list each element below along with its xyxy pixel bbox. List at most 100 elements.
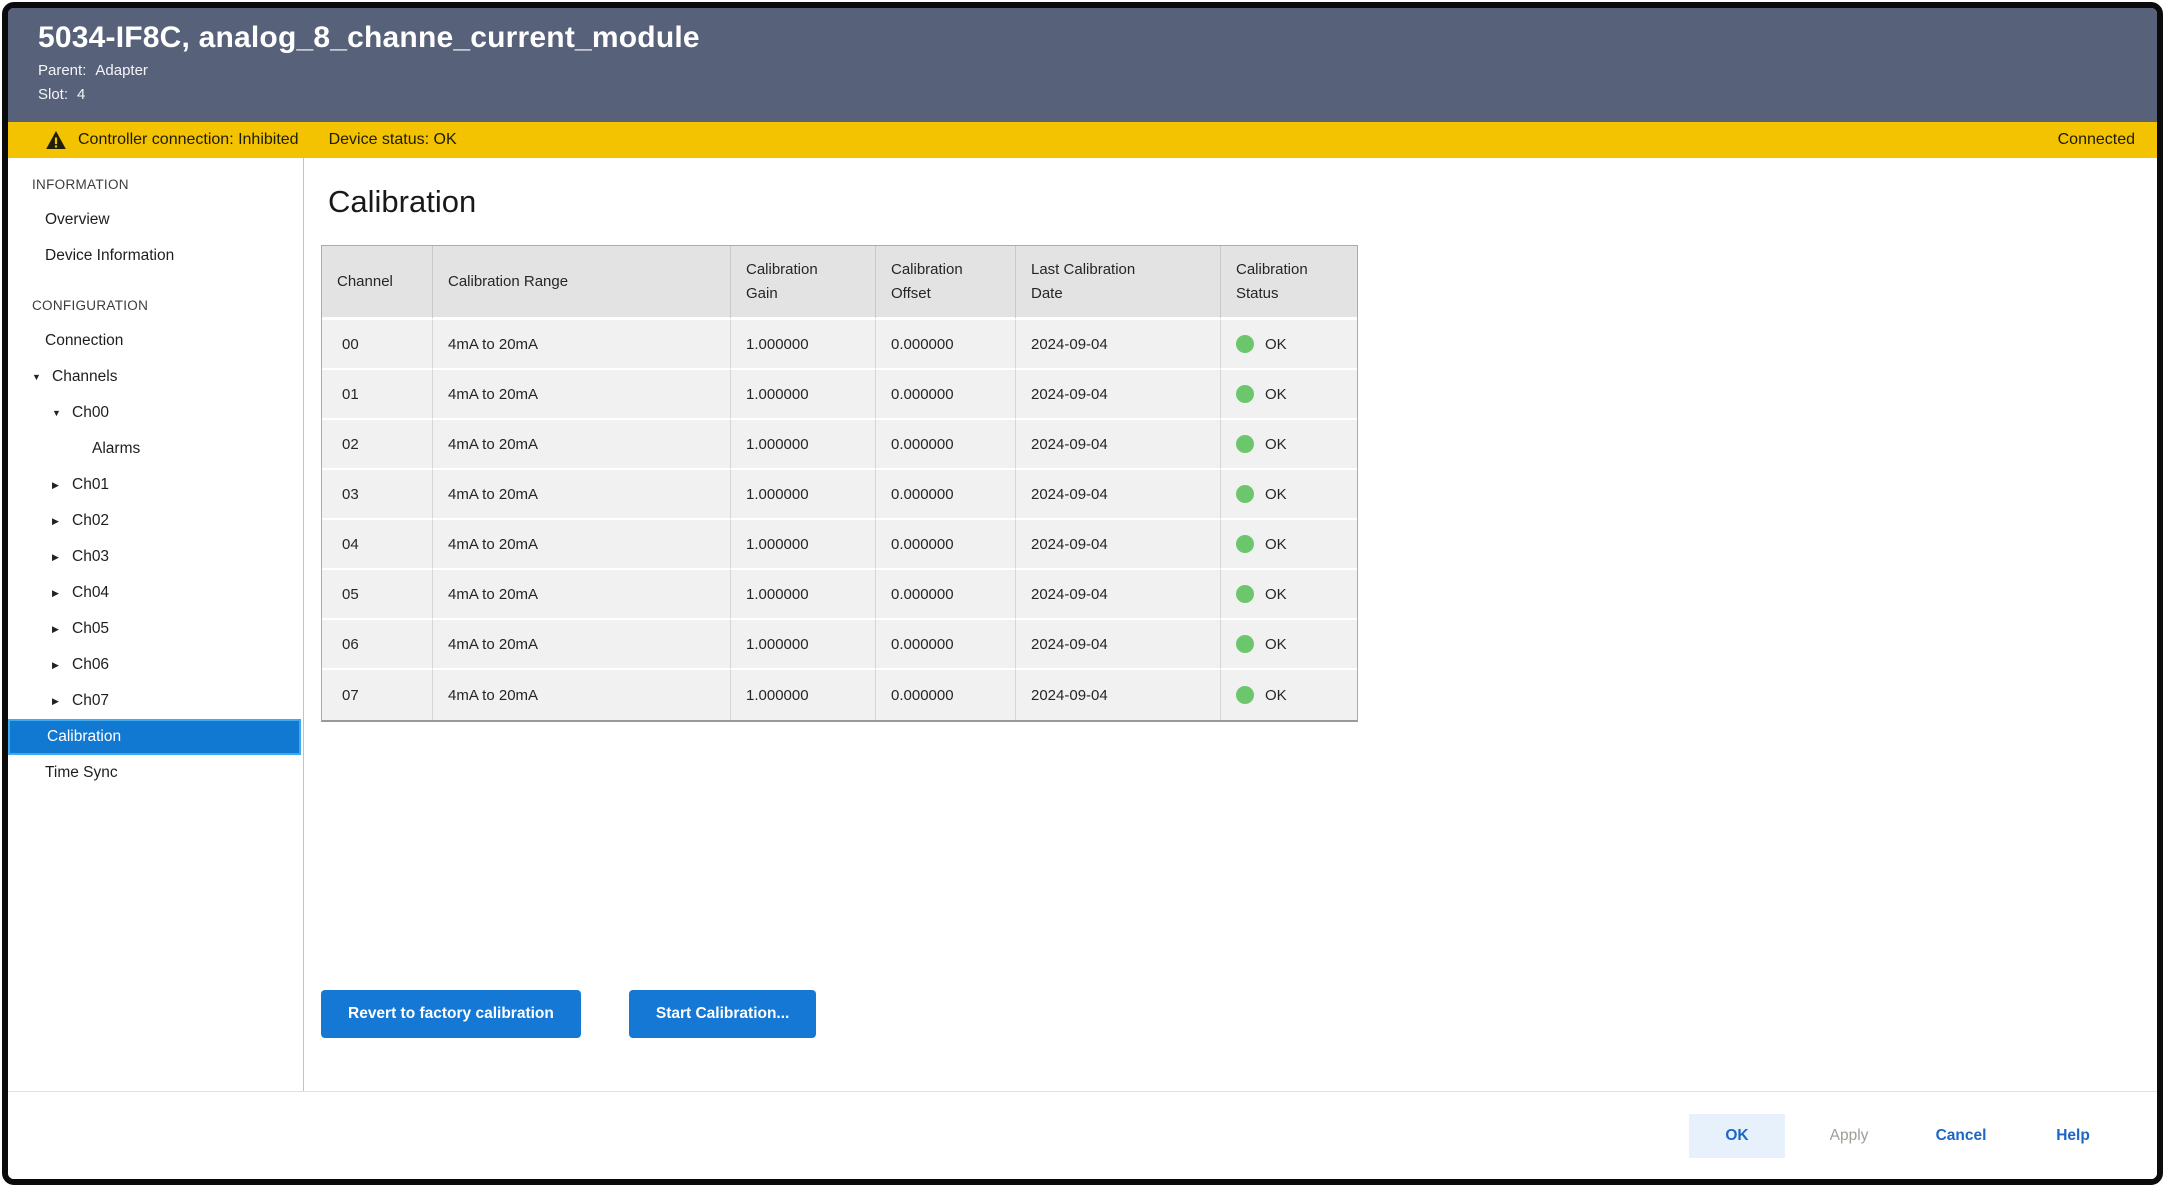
collapse-arrow-icon[interactable]: ▶ <box>52 696 72 707</box>
cell-channel: 03 <box>322 470 433 520</box>
cell-gain: 1.000000 <box>731 570 876 620</box>
col-header-last-calibration-date: Last Calibration Date <box>1016 246 1221 320</box>
col-header-calibration-range: Calibration Range <box>433 246 731 320</box>
cell-status: OK <box>1221 470 1357 520</box>
title-bar: 5034-IF8C, analog_8_channe_current_modul… <box>8 8 2157 122</box>
cell-channel: 01 <box>322 370 433 420</box>
action-buttons-row: Revert to factory calibration Start Cali… <box>321 990 2157 1038</box>
alert-bar: Controller connection: Inhibited Device … <box>8 122 2157 158</box>
apply-button[interactable]: Apply <box>1801 1114 1897 1158</box>
cell-date: 2024-09-04 <box>1016 470 1221 520</box>
cell-offset: 0.000000 <box>876 370 1016 420</box>
sidebar-item-ch03[interactable]: ▶ Ch03 <box>8 539 303 575</box>
status-ok-dot-icon <box>1236 535 1254 553</box>
cell-date: 2024-09-04 <box>1016 320 1221 370</box>
ok-button[interactable]: OK <box>1689 1114 1785 1158</box>
cell-range: 4mA to 20mA <box>433 620 731 670</box>
col-header-channel: Channel <box>322 246 433 320</box>
cell-offset: 0.000000 <box>876 670 1016 720</box>
cell-offset: 0.000000 <box>876 570 1016 620</box>
table-row: 06 4mA to 20mA 1.000000 0.000000 2024-09… <box>322 620 1357 670</box>
sidebar-item-device-information[interactable]: Device Information <box>8 238 303 274</box>
page-title: Calibration <box>328 184 2157 220</box>
status-ok-dot-icon <box>1236 385 1254 403</box>
sidebar-item-ch00[interactable]: ▼ Ch00 <box>8 395 303 431</box>
expand-arrow-icon[interactable]: ▼ <box>32 372 52 382</box>
sidebar-item-ch01[interactable]: ▶ Ch01 <box>8 467 303 503</box>
cell-gain: 1.000000 <box>731 670 876 720</box>
cell-range: 4mA to 20mA <box>433 670 731 720</box>
section-configuration: CONFIGURATION <box>8 287 303 323</box>
sidebar-item-alarms[interactable]: Alarms <box>8 431 303 467</box>
warning-triangle-icon <box>46 131 66 149</box>
cell-offset: 0.000000 <box>876 620 1016 670</box>
cell-gain: 1.000000 <box>731 420 876 470</box>
cell-offset: 0.000000 <box>876 420 1016 470</box>
collapse-arrow-icon[interactable]: ▶ <box>52 624 72 635</box>
status-ok-dot-icon <box>1236 335 1254 353</box>
cell-date: 2024-09-04 <box>1016 620 1221 670</box>
cell-status: OK <box>1221 370 1357 420</box>
status-ok-dot-icon <box>1236 635 1254 653</box>
cell-date: 2024-09-04 <box>1016 670 1221 720</box>
status-ok-dot-icon <box>1236 686 1254 704</box>
cell-channel: 02 <box>322 420 433 470</box>
cancel-button[interactable]: Cancel <box>1913 1114 2009 1158</box>
sidebar-item-ch07[interactable]: ▶ Ch07 <box>8 683 303 719</box>
slot-row: Slot:4 <box>38 86 2131 103</box>
collapse-arrow-icon[interactable]: ▶ <box>52 516 72 527</box>
cell-status: OK <box>1221 620 1357 670</box>
cell-range: 4mA to 20mA <box>433 370 731 420</box>
sidebar-item-connection[interactable]: Connection <box>8 323 303 359</box>
sidebar-item-overview[interactable]: Overview <box>8 202 303 238</box>
cell-date: 2024-09-04 <box>1016 570 1221 620</box>
cell-range: 4mA to 20mA <box>433 520 731 570</box>
cell-channel: 05 <box>322 570 433 620</box>
start-calibration-button[interactable]: Start Calibration... <box>629 990 817 1038</box>
collapse-arrow-icon[interactable]: ▶ <box>52 660 72 671</box>
expand-arrow-icon[interactable]: ▼ <box>52 408 72 418</box>
table-row: 07 4mA to 20mA 1.000000 0.000000 2024-09… <box>322 670 1357 720</box>
col-header-calibration-offset: Calibration Offset <box>876 246 1016 320</box>
sidebar-item-ch05[interactable]: ▶ Ch05 <box>8 611 303 647</box>
status-ok-dot-icon <box>1236 485 1254 503</box>
status-ok-dot-icon <box>1236 585 1254 603</box>
sidebar-item-ch06[interactable]: ▶ Ch06 <box>8 647 303 683</box>
section-information: INFORMATION <box>8 166 303 202</box>
parent-label: Parent: <box>38 62 86 79</box>
help-button[interactable]: Help <box>2025 1114 2121 1158</box>
revert-to-factory-calibration-button[interactable]: Revert to factory calibration <box>321 990 581 1038</box>
cell-date: 2024-09-04 <box>1016 370 1221 420</box>
cell-gain: 1.000000 <box>731 620 876 670</box>
collapse-arrow-icon[interactable]: ▶ <box>52 552 72 563</box>
collapse-arrow-icon[interactable]: ▶ <box>52 480 72 491</box>
body-row: INFORMATION Overview Device Information … <box>8 158 2157 1091</box>
cell-status: OK <box>1221 570 1357 620</box>
navigation-sidebar: INFORMATION Overview Device Information … <box>8 158 304 1091</box>
controller-connection-status: Controller connection: Inhibited <box>78 131 299 149</box>
cell-date: 2024-09-04 <box>1016 420 1221 470</box>
cell-gain: 1.000000 <box>731 370 876 420</box>
table-row: 05 4mA to 20mA 1.000000 0.000000 2024-09… <box>322 570 1357 620</box>
cell-offset: 0.000000 <box>876 470 1016 520</box>
col-header-calibration-gain: Calibration Gain <box>731 246 876 320</box>
main-content: Calibration Channel Calibration Range Ca… <box>304 158 2157 1091</box>
sidebar-item-calibration[interactable]: Calibration <box>8 719 301 755</box>
cell-status: OK <box>1221 420 1357 470</box>
table-row: 03 4mA to 20mA 1.000000 0.000000 2024-09… <box>322 470 1357 520</box>
sidebar-item-ch02[interactable]: ▶ Ch02 <box>8 503 303 539</box>
table-header-row: Channel Calibration Range Calibration Ga… <box>322 246 1357 320</box>
collapse-arrow-icon[interactable]: ▶ <box>52 588 72 599</box>
device-title: 5034-IF8C, analog_8_channe_current_modul… <box>38 21 2131 55</box>
sidebar-item-channels[interactable]: ▼ Channels <box>8 359 303 395</box>
device-properties-window: 5034-IF8C, analog_8_channe_current_modul… <box>2 2 2163 1185</box>
cell-range: 4mA to 20mA <box>433 470 731 520</box>
calibration-table: Channel Calibration Range Calibration Ga… <box>321 245 1358 722</box>
table-row: 04 4mA to 20mA 1.000000 0.000000 2024-09… <box>322 520 1357 570</box>
sidebar-item-time-sync[interactable]: Time Sync <box>8 755 303 791</box>
slot-label: Slot: <box>38 86 68 103</box>
cell-status: OK <box>1221 520 1357 570</box>
table-row: 02 4mA to 20mA 1.000000 0.000000 2024-09… <box>322 420 1357 470</box>
sidebar-item-ch04[interactable]: ▶ Ch04 <box>8 575 303 611</box>
cell-offset: 0.000000 <box>876 320 1016 370</box>
